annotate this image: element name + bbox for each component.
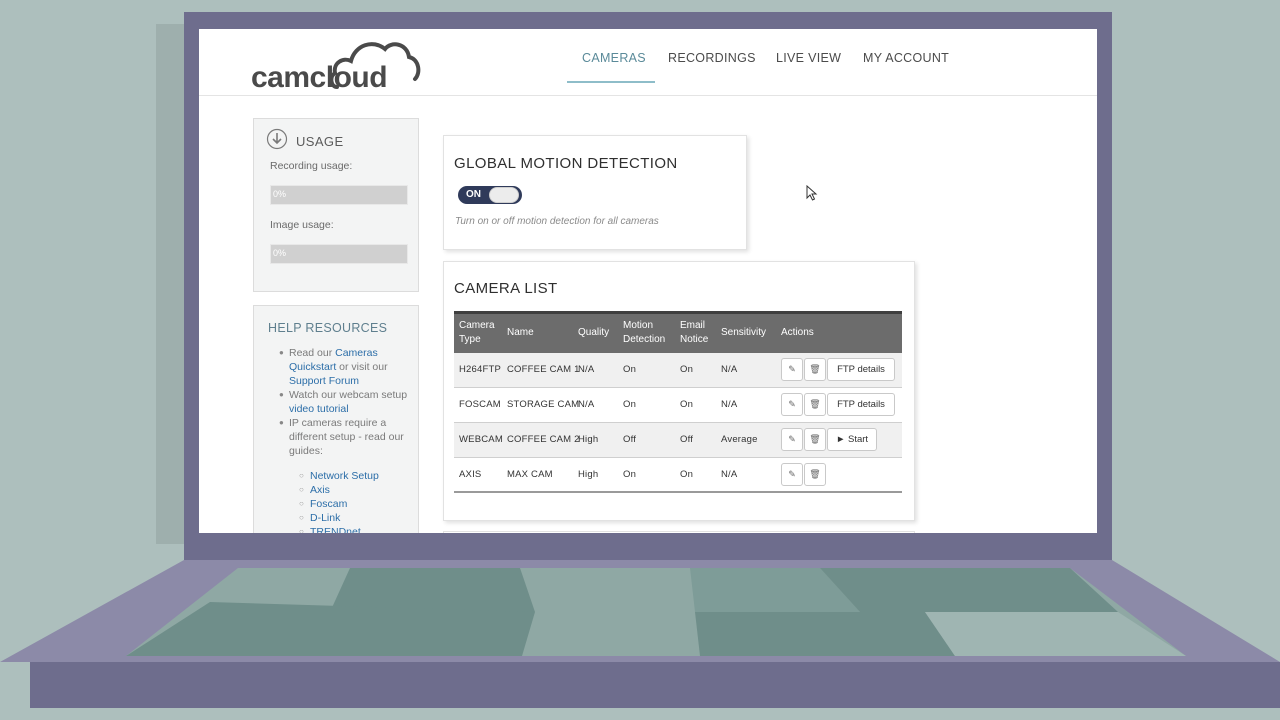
- cell-type: H264FTP: [459, 364, 502, 375]
- pencil-icon: ✎: [788, 364, 796, 374]
- ftp-details-button[interactable]: FTP details: [827, 358, 895, 381]
- video-tutorial-link[interactable]: video tutorial: [289, 403, 349, 415]
- edit-camera-button[interactable]: ✎: [781, 463, 803, 486]
- cell-name: MAX CAM: [507, 469, 553, 480]
- image-usage-value: 0%: [273, 248, 287, 258]
- cell-email: Off: [680, 434, 694, 445]
- guide-network-setup-link[interactable]: Network Setup: [299, 469, 379, 483]
- cell-motion: On: [623, 399, 637, 410]
- trash-icon: 🗑: [809, 434, 821, 444]
- cell-type: WEBCAM: [459, 434, 503, 445]
- cell-motion: On: [623, 469, 637, 480]
- cell-quality: High: [578, 469, 599, 480]
- motion-hint: Turn on or off motion detection for all …: [455, 216, 659, 227]
- help-item: ● IP cameras require a different setup -…: [279, 417, 404, 457]
- table-row: AXIS MAX CAM High On On N/A ✎ 🗑: [454, 458, 902, 493]
- help-resources-panel: HELP RESOURCES ● Read our Cameras Quicks…: [253, 305, 419, 533]
- next-card-edge: [443, 531, 915, 533]
- nav-live-view[interactable]: LIVE VIEW: [776, 51, 841, 65]
- cell-email: On: [680, 364, 694, 375]
- table-row: WEBCAM COFFEE CAM 2 High Off Off Average…: [454, 423, 902, 458]
- delete-camera-button[interactable]: 🗑: [804, 358, 826, 381]
- usage-panel: USAGE Recording usage: 0% Image usage: 0…: [253, 118, 419, 292]
- pencil-icon: ✎: [788, 434, 796, 444]
- global-motion-title: GLOBAL MOTION DETECTION: [454, 155, 678, 172]
- help-resources-list: ● Read our Cameras Quickstart or visit o…: [279, 346, 409, 458]
- edit-camera-button[interactable]: ✎: [781, 358, 803, 381]
- cell-sensitivity: N/A: [721, 469, 738, 480]
- mouse-cursor-icon: [806, 185, 818, 201]
- logo-text: camcloud: [251, 61, 388, 94]
- trash-icon: 🗑: [809, 364, 821, 374]
- trash-icon: 🗑: [809, 469, 821, 479]
- cell-type: AXIS: [459, 469, 482, 480]
- col-sensitivity: Sensitivity: [721, 327, 767, 338]
- ftp-details-button[interactable]: FTP details: [827, 393, 895, 416]
- nav-active-indicator: [567, 81, 655, 83]
- col-name: Name: [507, 327, 534, 338]
- cell-email: On: [680, 399, 694, 410]
- cell-sensitivity: Average: [721, 434, 758, 445]
- cell-name: COFFEE CAM 2: [507, 434, 580, 445]
- delete-camera-button[interactable]: 🗑: [804, 463, 826, 486]
- guides-list: Network Setup Axis Foscam D-Link TRENDne…: [299, 469, 379, 533]
- camcloud-logo[interactable]: camcloud: [251, 31, 421, 95]
- global-motion-card: GLOBAL MOTION DETECTION ON Turn on or of…: [443, 135, 747, 250]
- col-camera-type: Camera Type: [459, 320, 495, 345]
- guide-foscam-link[interactable]: Foscam: [299, 497, 379, 511]
- laptop-lid-shadow: [156, 24, 186, 544]
- guide-trendnet-link[interactable]: TRENDnet: [299, 525, 379, 533]
- cell-name: COFFEE CAM 1: [507, 364, 580, 375]
- help-item: ● Watch our webcam setup video tutorial: [279, 389, 408, 415]
- cell-type: FOSCAM: [459, 399, 501, 410]
- delete-camera-button[interactable]: 🗑: [804, 393, 826, 416]
- table-row: FOSCAM STORAGE CAM N/A On On N/A ✎ 🗑 FTP…: [454, 388, 902, 423]
- col-quality: Quality: [578, 327, 610, 338]
- cell-name: STORAGE CAM: [507, 399, 580, 410]
- delete-camera-button[interactable]: 🗑: [804, 428, 826, 451]
- cell-motion: On: [623, 364, 637, 375]
- usage-title: USAGE: [296, 134, 344, 149]
- cell-quality: High: [578, 434, 599, 445]
- camera-table-header: Camera Type Name Quality Motion Detectio…: [454, 311, 902, 353]
- cell-quality: N/A: [578, 364, 595, 375]
- cell-sensitivity: N/A: [721, 364, 738, 375]
- laptop-screen: camcloud CAMERAS RECORDINGS LIVE VIEW MY…: [199, 29, 1097, 533]
- edit-camera-button[interactable]: ✎: [781, 428, 803, 451]
- image-usage-bar: 0%: [270, 244, 408, 264]
- support-forum-link[interactable]: Support Forum: [289, 375, 359, 387]
- download-circle-icon: [266, 128, 288, 150]
- pencil-icon: ✎: [788, 469, 796, 479]
- nav-my-account[interactable]: MY ACCOUNT: [863, 51, 949, 65]
- recording-usage-bar: 0%: [270, 185, 408, 205]
- header-divider: [199, 95, 1097, 96]
- guide-dlink-link[interactable]: D-Link: [299, 511, 379, 525]
- recording-usage-value: 0%: [273, 189, 287, 199]
- col-motion-detection: Motion Detection: [623, 320, 666, 345]
- cell-motion: Off: [623, 434, 637, 445]
- cell-sensitivity: N/A: [721, 399, 738, 410]
- pencil-icon: ✎: [788, 399, 796, 409]
- edit-camera-button[interactable]: ✎: [781, 393, 803, 416]
- cell-quality: N/A: [578, 399, 595, 410]
- help-item: ● Read our Cameras Quickstart or visit o…: [279, 347, 388, 387]
- start-recording-button[interactable]: ► Start: [827, 428, 877, 451]
- camera-list-title: CAMERA LIST: [454, 280, 558, 297]
- guide-axis-link[interactable]: Axis: [299, 483, 379, 497]
- toggle-label: ON: [466, 189, 481, 200]
- nav-cameras[interactable]: CAMERAS: [582, 51, 646, 65]
- trash-icon: 🗑: [809, 399, 821, 409]
- motion-toggle[interactable]: ON: [458, 186, 522, 204]
- table-row: H264FTP COFFEE CAM 1 N/A On On N/A ✎ 🗑 F…: [454, 353, 902, 388]
- image-usage-label: Image usage:: [270, 219, 334, 231]
- col-email-notice: Email Notice: [680, 320, 709, 345]
- toggle-knob: [489, 187, 519, 203]
- help-resources-title: HELP RESOURCES: [268, 321, 388, 335]
- cell-email: On: [680, 469, 694, 480]
- recording-usage-label: Recording usage:: [270, 160, 353, 172]
- col-actions: Actions: [781, 327, 814, 338]
- camera-list-card: CAMERA LIST Camera Type Name Quality Mot…: [443, 261, 915, 521]
- nav-recordings[interactable]: RECORDINGS: [668, 51, 756, 65]
